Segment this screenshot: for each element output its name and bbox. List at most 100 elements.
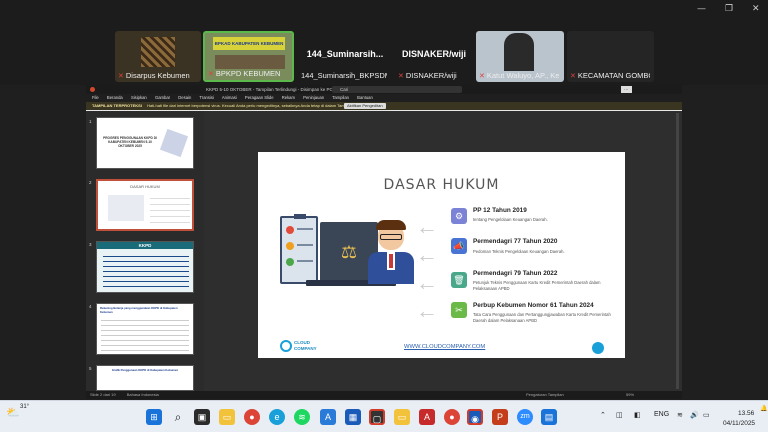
wifi-icon[interactable]: ≋ (677, 411, 683, 419)
minimize-button[interactable]: — (697, 4, 706, 14)
language-indicator[interactable]: ENG (654, 411, 669, 418)
thumb-text-lines (103, 252, 189, 290)
participant-tile-5[interactable]: ✕ Katut Waluyo, AP., Ke... (476, 31, 564, 82)
enable-editing-button[interactable]: Aktifkan Pengeditan (344, 103, 386, 109)
chrome-icon[interactable]: ● (244, 409, 260, 425)
ppt-search-placeholder: Cari (340, 87, 349, 92)
start-icon[interactable]: ⊞ (146, 409, 162, 425)
company-url[interactable]: WWW.CLOUDCOMPANY.COM (404, 344, 485, 350)
menu-file[interactable]: File (92, 95, 99, 100)
question-icon (286, 242, 294, 250)
participant-tile-1[interactable]: ✕ Disarpus Kebumen (115, 31, 201, 82)
clock-time[interactable]: 13.56 (738, 410, 754, 417)
menu-tampilan[interactable]: Tampilan (332, 95, 349, 100)
arrow-icon: ← (416, 214, 438, 239)
cloud-company-logo-icon (280, 340, 292, 352)
thumb-number: 1 (89, 119, 92, 124)
thumb-title: KKPD (97, 242, 193, 249)
arrow-icon: ← (416, 242, 438, 267)
question-icon (286, 226, 294, 234)
menu-peragaan-slide[interactable]: Peragaan Slide (245, 95, 274, 100)
question-icon (286, 258, 294, 266)
menu-gambar[interactable]: Gambar (155, 95, 170, 100)
slide-title: DASAR HUKUM (383, 177, 500, 193)
thumb-illustration (108, 195, 144, 221)
outlook-icon[interactable]: ▤ (541, 409, 557, 425)
participant-name: 144_Suminarsih_BKPSDM (301, 71, 388, 80)
powerpoint-icon[interactable]: P (492, 409, 508, 425)
participant-name: BPKPD KEBUMEN (215, 69, 281, 78)
slide-counter: Slide 2 dari 19 (90, 392, 116, 397)
tray-icon[interactable]: ◧ (634, 411, 641, 419)
slide-thumbnail-1[interactable]: PROGRES PENGGUNAAN KKPD DI KABUPATEN KEB… (96, 117, 194, 169)
menu-peninjauan[interactable]: Peninjauan (303, 95, 324, 100)
ppt-status-bar: Slide 2 dari 19 Bahasa Indonesia Pengatu… (86, 391, 682, 399)
restore-button[interactable]: ❐ (725, 4, 733, 14)
volume-icon[interactable]: 🔊 (690, 411, 699, 419)
pdf-icon[interactable]: A (419, 409, 435, 425)
notification-icon[interactable]: 🔔 (760, 405, 767, 412)
menu-sisipkan[interactable]: Sisipkan (131, 95, 147, 100)
menu-beranda[interactable]: Beranda (107, 95, 123, 100)
legal-item-desc: tentang Pengelolaan Keuangan Daerah. (473, 217, 548, 222)
participant-tile-2[interactable]: BPKAD KABUPATEN KEBUMEN ✕ BPKPD KEBUMEN (203, 31, 294, 82)
active-app-icon[interactable]: ▢ (369, 409, 385, 425)
chevron-up-icon[interactable]: ⌃ (600, 411, 606, 419)
powerpoint-icon (90, 87, 95, 92)
slide-thumbnail-5[interactable]: Grafik Penggunaan KKPD di Kabupaten Kebu… (96, 365, 194, 391)
app-icon[interactable]: ▦ (345, 409, 361, 425)
legal-item-title: Perbup Kebumen Nomor 61 Tahun 2024 (473, 302, 594, 309)
legal-item-title: PP 12 Tahun 2019 (473, 207, 527, 214)
megaphone-icon: 📣 (451, 238, 467, 254)
task-view-icon[interactable]: ▣ (194, 409, 210, 425)
thumb-title: DASAR HUKUM (130, 184, 160, 189)
weather-icon[interactable]: ⛅ (6, 406, 20, 419)
slide-thumbnail-2[interactable]: DASAR HUKUM (96, 179, 194, 231)
zoom-app-icon[interactable]: zm (517, 409, 533, 425)
menu-desain[interactable]: Desain (178, 95, 191, 100)
participant-video (504, 33, 534, 71)
participant-tile-3[interactable]: 144_Suminarsih... 144_Suminarsih_BKPSDM (298, 31, 392, 82)
participant-tile-6[interactable]: ✕KECAMATAN GOMBO... (567, 31, 654, 82)
current-slide[interactable]: DASAR HUKUM ⚖ ← ← ← ← ⚙ PP 12 Tahun 2019… (258, 152, 625, 358)
participant-name: DISNAKER/wiji (405, 71, 457, 80)
thumb-number: 4 (89, 304, 92, 309)
arrow-icon: ← (416, 270, 438, 295)
zoom-window-icon[interactable]: ◉ (467, 409, 483, 425)
thumb-number: 2 (89, 180, 92, 185)
slide-thumbnail-4[interactable]: Rekening Belanja yang menggunakan KKPD d… (96, 303, 194, 355)
file-explorer-icon[interactable]: ▭ (219, 409, 235, 425)
edge-icon[interactable]: e (269, 409, 285, 425)
close-button[interactable]: ✕ (752, 4, 760, 14)
menu-bantuan[interactable]: Bantuan (357, 95, 373, 100)
ppt-search-box[interactable]: Cari (332, 86, 462, 93)
app-tray-icon[interactable]: ◫ (616, 411, 623, 419)
vertical-scrollbar[interactable] (676, 113, 679, 389)
ppt-account-button[interactable]: ⋯ (621, 86, 632, 93)
protected-view-label: TAMPILAN TERPROTEKSI (92, 103, 142, 108)
zoom-gallery-strip: — ❐ ✕ ✕ Disarpus Kebumen BPKAD KABUPATEN … (0, 0, 768, 85)
slide-thumbnail-3[interactable]: KKPD (96, 241, 194, 293)
company-logo-text: CLOUD COMPANY (294, 340, 317, 351)
trash-icon: 🗑 (451, 272, 467, 288)
settings-icon: ⚙ (451, 208, 467, 224)
app-icon[interactable]: A (320, 409, 336, 425)
clock-date[interactable]: 04/11/2025 (723, 420, 755, 427)
menu-transisi[interactable]: Transisi (199, 95, 214, 100)
participant-tile-4[interactable]: DISNAKER/wiji ✕ DISNAKER/wiji (395, 31, 473, 82)
zoom-level[interactable]: 59% (626, 391, 634, 399)
weather-temp: 31° (20, 404, 30, 410)
legal-item-desc: Tata Cara Penggunaan dan Pertanggungjawa… (473, 312, 611, 323)
chrome-icon[interactable]: ● (444, 409, 460, 425)
menu-animasi[interactable]: Animasi (222, 95, 237, 100)
battery-icon[interactable]: ▭ (703, 411, 710, 419)
participant-video (141, 37, 175, 67)
search-icon[interactable]: ⌕ (170, 409, 186, 425)
status-display-settings[interactable]: Pengaturan Tampilan (526, 391, 564, 399)
ppt-titlebar: KKPD 5-10 OKTOBER - Tampilan Terlindungi… (86, 85, 682, 94)
meeting-banner: BPKAD KABUPATEN KEBUMEN (213, 37, 285, 50)
menu-rekam[interactable]: Rekam (282, 95, 295, 100)
sticky-notes-icon[interactable]: ▭ (394, 409, 410, 425)
spotify-icon[interactable]: ≋ (294, 409, 310, 425)
participant-video (215, 55, 285, 69)
